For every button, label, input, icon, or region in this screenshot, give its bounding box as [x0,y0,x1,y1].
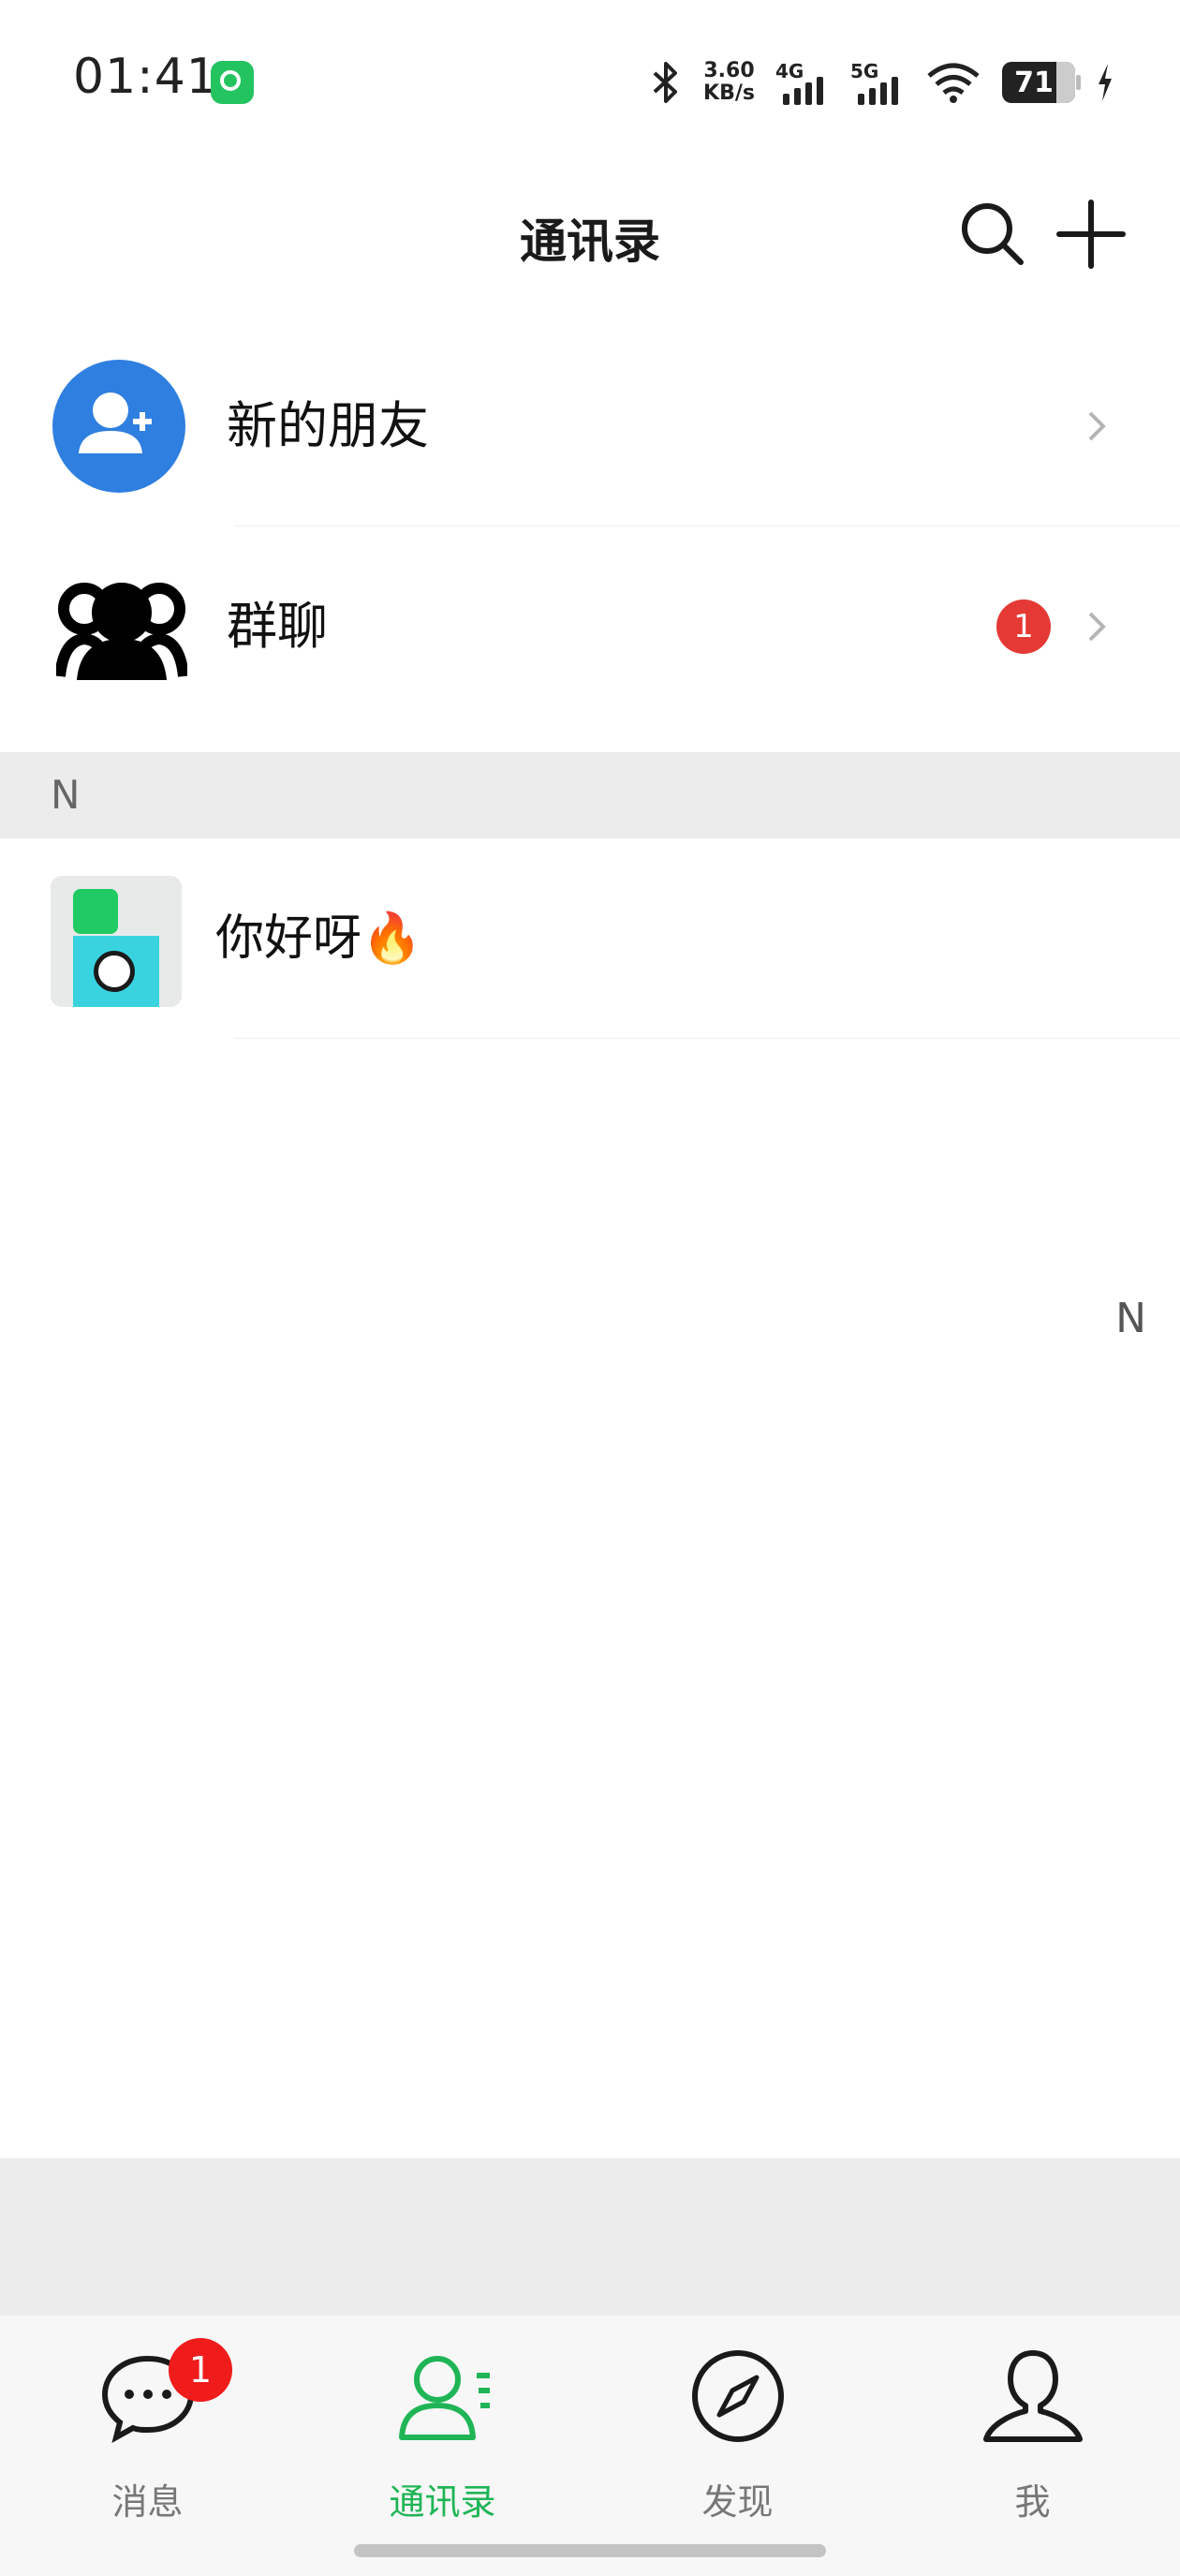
chat-bubble-icon [94,951,135,992]
status-time: 01:41 [73,49,218,105]
status-icons: 3.60 KB/s 4G 5G 71 [649,54,1114,111]
add-friend-icon [52,360,185,493]
group-chats-row[interactable]: 群聊 1 [0,526,1180,727]
bottom-tab-bar: 1 消息 通讯录 发现 我 [0,2316,1180,2576]
network-speed-value: 3.60 [703,59,755,82]
home-indicator[interactable] [354,2544,826,2557]
compass-icon [692,2350,784,2442]
list-footer [0,2158,1180,2316]
tab-label: 我 [1014,2481,1051,2523]
tab-contacts[interactable]: 通讯录 [295,2334,590,2523]
tab-messages[interactable]: 1 消息 [0,2334,295,2523]
tab-label: 发现 [701,2481,774,2523]
status-bar: 01:41 3.60 KB/s 4G 5G 71 [0,0,1180,159]
new-friends-label: 新的朋友 [227,396,429,455]
tab-label: 消息 [111,2481,184,2523]
section-letter: N [51,772,81,818]
chevron-right-icon [1088,411,1106,441]
wifi-icon [927,63,980,103]
wechat-logo-icon [73,889,118,934]
new-friends-row[interactable]: 新的朋友 [0,326,1180,526]
contact-name: 你好呀🔥 [215,910,422,967]
contacts-icon [399,2356,490,2440]
chevron-right-icon [1088,612,1106,642]
plus-icon[interactable] [1054,197,1128,272]
section-header: N [0,752,1180,838]
bluetooth-icon [653,62,678,103]
tab-label: 通讯录 [389,2481,496,2523]
network-speed-unit: KB/s [703,81,755,105]
network-speed: 3.60 KB/s [703,60,755,105]
divider [234,1038,1180,1039]
search-icon[interactable] [955,197,1030,272]
avatar [51,876,182,1007]
battery-icon: 71 [1002,62,1081,103]
battery-level: 71 [1014,66,1054,99]
unread-badge: 1 [996,600,1051,654]
signal-5g-icon: 5G [850,60,905,105]
group-chats-label: 群聊 [227,597,328,656]
contact-row[interactable]: 你好呀🔥 [0,838,1180,1039]
group-chat-icon [56,583,187,680]
signal-4g-icon: 4G [775,60,830,105]
alphabet-index-n[interactable]: N [1115,1295,1146,1342]
app-notification-icon [211,61,254,104]
tab-me[interactable]: 我 [885,2334,1180,2523]
person-icon [983,2350,1083,2442]
tab-unread-badge: 1 [169,2338,232,2402]
top-nav-bar: 通讯录 [0,159,1180,327]
tab-discover[interactable]: 发现 [590,2334,885,2523]
charging-icon [1099,64,1112,101]
